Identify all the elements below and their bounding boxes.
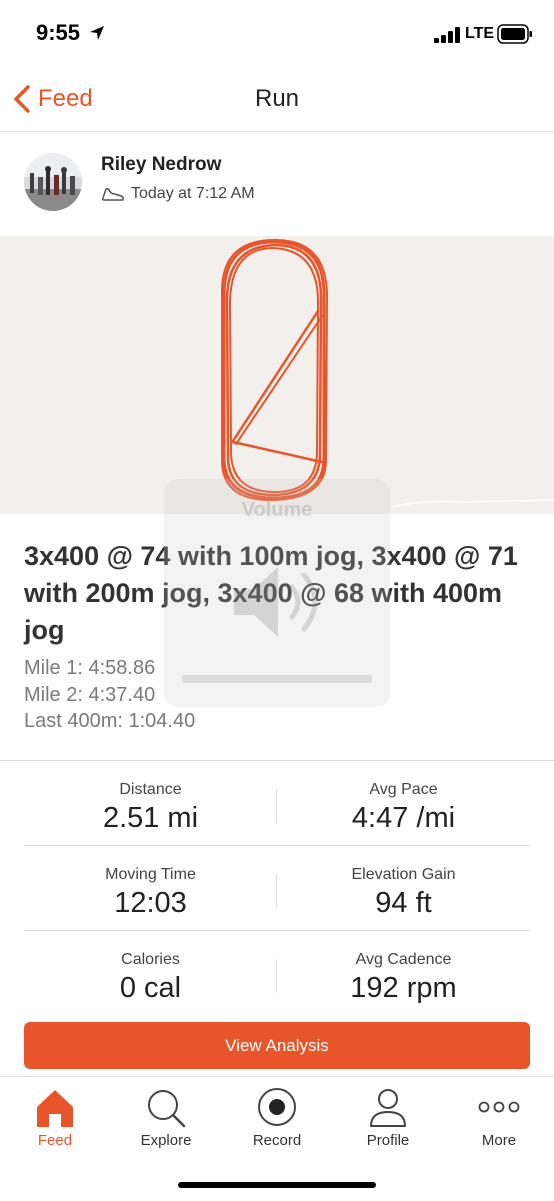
stat-moving-time: Moving Time 12:03 xyxy=(24,846,277,930)
stat-avg-pace: Avg Pace 4:47 /mi xyxy=(277,761,530,845)
route-map[interactable] xyxy=(0,236,554,514)
tab-label: Explore xyxy=(140,1132,192,1149)
tab-label: Record xyxy=(252,1132,302,1149)
stats-row: Calories 0 cal Avg Cadence 192 rpm xyxy=(24,931,530,1015)
athlete-header: Riley Nedrow Today at 7:12 AM xyxy=(0,131,554,236)
stat-value: 0 cal xyxy=(119,972,182,1004)
tab-label: Feed xyxy=(37,1132,73,1149)
status-bar: 9:55 LTE xyxy=(0,0,554,70)
tab-label: More xyxy=(481,1132,517,1149)
stat-value: 12:03 xyxy=(114,887,187,919)
tab-more[interactable]: More xyxy=(444,1077,554,1157)
stat-label: Avg Pace xyxy=(369,781,438,798)
volume-hud: Volume xyxy=(164,479,390,707)
avatar[interactable] xyxy=(24,153,82,211)
speaker-icon xyxy=(234,567,318,637)
signal-icon xyxy=(434,27,460,43)
network-label: LTE xyxy=(465,25,495,42)
tab-label: Profile xyxy=(366,1132,410,1149)
stat-label: Avg Cadence xyxy=(355,951,452,968)
stat-elevation-gain: Elevation Gain 94 ft xyxy=(277,846,530,930)
tab-feed[interactable]: Feed xyxy=(0,1077,110,1157)
volume-label: Volume xyxy=(241,499,313,521)
stat-label: Moving Time xyxy=(105,866,196,883)
tab-explore[interactable]: Explore xyxy=(111,1077,221,1157)
stat-value: 192 rpm xyxy=(350,972,457,1004)
stat-value: 4:47 /mi xyxy=(351,802,456,834)
more-icon xyxy=(478,1101,520,1113)
nav-bar: Feed Run xyxy=(0,70,554,132)
stat-label: Calories xyxy=(121,951,180,968)
tab-profile[interactable]: Profile xyxy=(333,1077,443,1157)
status-time: 9:55 xyxy=(36,20,81,45)
stat-value: 2.51 mi xyxy=(102,802,199,834)
description-line: Last 400m: 1:04.40 xyxy=(24,710,196,732)
stat-label: Elevation Gain xyxy=(351,866,456,883)
home-indicator xyxy=(178,1182,376,1188)
page-title: Run xyxy=(254,85,300,112)
activity-timestamp: Today at 7:12 AM xyxy=(131,185,255,202)
stats-row: Distance 2.51 mi Avg Pace 4:47 /mi xyxy=(24,761,530,846)
athlete-name[interactable]: Riley Nedrow xyxy=(101,154,221,176)
profile-icon xyxy=(370,1089,406,1127)
view-analysis-button[interactable]: View Analysis xyxy=(24,1022,530,1069)
stat-distance: Distance 2.51 mi xyxy=(24,761,277,845)
volume-level-bar xyxy=(182,675,372,683)
home-icon xyxy=(37,1090,73,1127)
location-arrow-icon xyxy=(90,26,104,40)
tab-record[interactable]: Record xyxy=(222,1077,332,1157)
search-icon xyxy=(148,1090,186,1128)
stats-grid: Distance 2.51 mi Avg Pace 4:47 /mi Movin… xyxy=(24,761,530,1015)
stat-label: Distance xyxy=(119,781,182,798)
shoe-icon xyxy=(101,187,124,201)
stats-row: Moving Time 12:03 Elevation Gain 94 ft xyxy=(24,846,530,931)
battery-icon xyxy=(497,24,532,44)
stat-value: 94 ft xyxy=(375,887,432,919)
record-icon xyxy=(258,1088,296,1126)
route-path xyxy=(221,238,554,508)
stat-calories: Calories 0 cal xyxy=(24,931,277,1015)
stat-avg-cadence: Avg Cadence 192 rpm xyxy=(277,931,530,1015)
